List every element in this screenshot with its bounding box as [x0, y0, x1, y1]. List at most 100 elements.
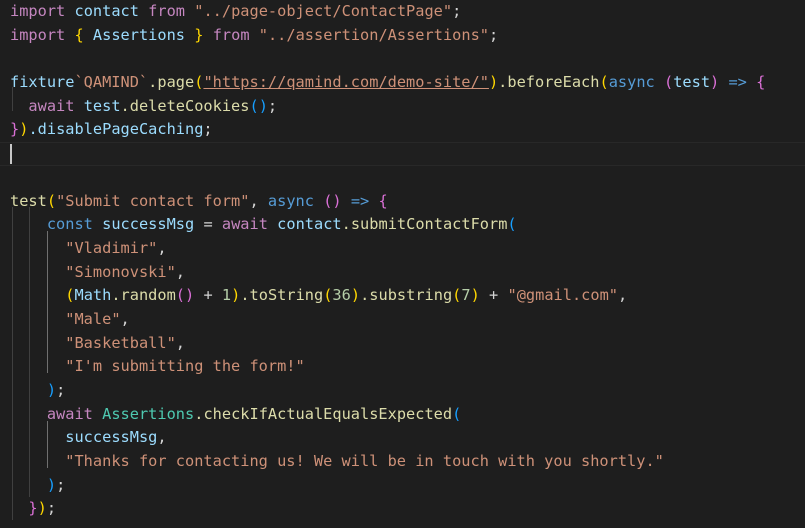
token-gender-arg: "Male"	[65, 309, 121, 328]
code-line-15[interactable]: "Basketball",	[0, 332, 805, 356]
token-math-object: Math	[74, 286, 112, 305]
code-line-13[interactable]: (Math.random() + 1).toString(36).substri…	[0, 284, 805, 308]
token-test-fn: test	[10, 191, 47, 210]
token-comma: ,	[618, 286, 628, 305]
code-line-21[interactable]: );	[0, 474, 805, 498]
token-tagged-template: `QAMIND`	[74, 73, 149, 92]
token-close-brace: }	[194, 25, 204, 44]
code-line-3[interactable]	[0, 47, 805, 71]
token-semicolon: ;	[452, 2, 462, 20]
token-open-curly: {	[378, 191, 388, 210]
token-comma: ,	[175, 333, 185, 352]
token-comma: ,	[120, 309, 130, 328]
token-open-paren-3: (	[663, 73, 674, 92]
token-close-paren-index: )	[470, 286, 480, 305]
token-expected-message: "Thanks for contacting us! We will be in…	[65, 452, 664, 471]
token-comma: ,	[249, 191, 259, 210]
token-from: from	[148, 2, 186, 20]
token-semicolon: ;	[46, 499, 57, 518]
token-comma: ,	[157, 428, 167, 447]
token-test-title: "Submit contact form"	[56, 191, 250, 210]
token-arrow: =>	[350, 191, 370, 210]
code-line-19[interactable]: successMsg,	[0, 426, 805, 450]
token-semicolon: ;	[56, 381, 66, 399]
token-submit-contact-form-method: .submitContactForm	[341, 215, 508, 234]
token-close-paren: )	[46, 381, 57, 399]
code-line-20[interactable]: "Thanks for contacting us! We will be in…	[0, 450, 805, 474]
code-line-7-current[interactable]	[0, 142, 805, 166]
code-line-4[interactable]: fixture`QAMIND`.page ("https://qamind.com…	[0, 71, 805, 95]
code-line-9[interactable]: test("Submit contact form", async () => …	[0, 190, 805, 214]
token-semicolon: ;	[489, 25, 499, 44]
token-semicolon: ;	[56, 475, 66, 494]
token-open-paren: (	[507, 215, 517, 234]
token-await: await	[46, 404, 93, 423]
code-line-5[interactable]: await test.deleteCookies();	[0, 95, 805, 119]
token-message-arg: "I'm submitting the form!"	[65, 357, 305, 376]
token-hobby-arg: "Basketball"	[65, 333, 176, 352]
code-lines[interactable]: import contact from "../page-object/Cont…	[0, 0, 805, 528]
token-first-name-arg: "Vladimir"	[65, 238, 158, 257]
token-semicolon: ;	[203, 120, 213, 139]
token-radix: 36	[332, 286, 351, 305]
token-parens: ()	[175, 286, 195, 305]
token-disable-page-caching: .disablePageCaching	[28, 120, 204, 139]
token-await: await	[221, 215, 268, 234]
token-test-object: test	[83, 96, 121, 115]
code-line-12[interactable]: "Simonovski",	[0, 261, 805, 285]
token-async: async	[608, 73, 655, 92]
code-line-17[interactable]: );	[0, 379, 805, 403]
token-arrow: =>	[728, 73, 747, 92]
token-semicolon: ;	[267, 96, 278, 115]
token-close-paren: )	[231, 286, 241, 305]
token-import: import	[10, 25, 66, 44]
token-comma: ,	[175, 262, 185, 281]
token-close-paren: )	[488, 73, 499, 92]
token-close-curly: }	[10, 120, 20, 139]
token-number-one: 1	[221, 286, 232, 305]
token-url-string[interactable]: "https://qamind.com/demo-site/"	[203, 73, 489, 91]
token-comma: ,	[157, 238, 167, 257]
token-close-paren: )	[37, 499, 47, 518]
code-line-18[interactable]: await Assertions.checkIfActualEqualsExpe…	[0, 403, 805, 427]
token-parens: ()	[249, 96, 268, 115]
token-to-string-method: .toString	[240, 286, 324, 305]
token-last-name-arg: "Simonovski"	[65, 262, 176, 281]
token-equals: =	[203, 215, 213, 234]
token-open-paren-2: (	[599, 73, 609, 92]
token-contact-object: contact	[277, 215, 342, 234]
token-plus: +	[203, 286, 213, 305]
code-line-8[interactable]	[0, 166, 805, 190]
token-plus-2: +	[489, 286, 499, 305]
token-email-domain: "@gmail.com"	[507, 286, 618, 305]
token-close-paren-radix: )	[350, 286, 361, 305]
token-substring-method: .substring	[360, 286, 453, 305]
token-assertions-class: Assertions	[102, 404, 195, 423]
token-assertions: Assertions	[92, 25, 186, 44]
token-close-paren: )	[46, 475, 57, 494]
token-open-brace: {	[74, 25, 84, 44]
token-close-paren-3: )	[710, 73, 720, 92]
token-delete-cookies-method: .deleteCookies	[120, 96, 250, 115]
token-success-msg-var: successMsg	[102, 215, 195, 234]
token-success-msg-arg: successMsg	[65, 428, 158, 447]
code-line-11[interactable]: "Vladimir",	[0, 237, 805, 261]
token-open-paren: (	[452, 404, 462, 423]
code-line-1[interactable]: import contact from "../page-object/Cont…	[0, 0, 805, 24]
code-line-14[interactable]: "Male",	[0, 308, 805, 332]
code-editor[interactable]: import contact from "../page-object/Cont…	[0, 0, 805, 528]
token-from: from	[212, 25, 250, 44]
code-line-16[interactable]: "I'm submitting the form!"	[0, 355, 805, 379]
token-async: async	[267, 191, 314, 210]
token-index: 7	[461, 286, 471, 305]
token-const: const	[46, 215, 93, 234]
token-await: await	[28, 96, 75, 115]
text-cursor	[10, 144, 12, 164]
code-line-22[interactable]: });	[0, 497, 805, 521]
code-line-6[interactable]: }).disablePageCaching;	[0, 118, 805, 142]
code-line-10[interactable]: const successMsg = await contact.submitC…	[0, 213, 805, 237]
token-random-method: .random	[111, 286, 176, 305]
code-line-2[interactable]: import { Assertions } from "../assertion…	[0, 24, 805, 48]
token-close-curly: }	[28, 499, 38, 518]
token-fixture: fixture	[10, 73, 75, 92]
